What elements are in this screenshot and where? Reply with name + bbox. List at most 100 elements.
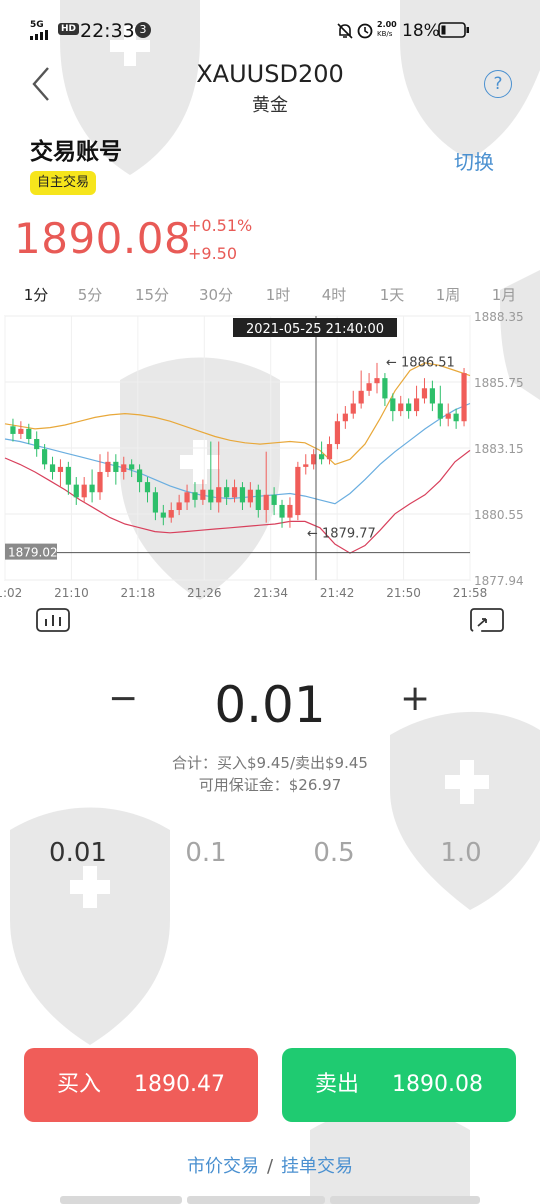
candle-body [97,471,103,493]
trade-type-badge: 自主交易 [30,171,97,195]
candle-body [208,489,214,503]
candle-body [160,512,166,518]
x-tick-label: 21:26 [187,586,222,600]
tab-timeframe[interactable]: 5分 [78,284,103,305]
candlestick-chart[interactable]: 1888.351885.751883.151880.551877.9421:02… [0,312,540,602]
tab-timeframe[interactable]: 4时 [322,284,347,305]
sell-button[interactable]: 卖出 1890.08 [282,1048,516,1122]
available-margin-text: 可用保证金：$26.97 [198,776,342,794]
candle-body [34,438,40,450]
x-tick-label: 21:18 [121,586,156,600]
candle-body [350,403,356,414]
total-cost-text: 合计：买入$9.45/卖出$9.45 [172,754,368,772]
candle-body [231,487,238,498]
amount-value[interactable]: 0.01 [0,676,540,734]
switch-account-button[interactable]: 切换 [454,146,494,175]
tab-timeframe[interactable]: 1周 [436,284,461,305]
alarm-icon [357,23,373,39]
x-tick-label: 21:58 [453,586,488,600]
candle-body [152,492,159,513]
candle-body [192,492,198,500]
buy-price: 1890.47 [134,1072,225,1097]
low-marker-label: ← 1879.77 [307,527,376,542]
quick-lot-option[interactable]: 0.01 [49,838,107,868]
candle-body [216,487,222,503]
candle-body [121,464,127,472]
quick-lot-option[interactable]: 0.1 [185,838,226,868]
candle-body [136,469,143,483]
symbol-name: 黄金 [252,95,288,116]
boll-lower-line [4,449,471,554]
indicator-icon[interactable] [36,608,70,634]
battery-percent: 18% [402,21,440,41]
symbol-title: XAUUSD200 [196,60,344,88]
net-speed-unit: KB/s [377,30,393,38]
candle-body [429,388,435,404]
nav-bar-segment [187,1196,325,1204]
tab-timeframe[interactable]: 30分 [199,284,233,305]
candle-body [10,426,16,434]
buy-label: 买入 [57,1072,102,1097]
candle-body [406,403,412,412]
account-title: 交易账号 [30,139,122,165]
candle-body [421,388,428,399]
clock: 22:33 [80,20,135,42]
high-marker-label: ← 1886.51 [386,356,455,371]
pending-order-link[interactable]: 挂单交易 [281,1156,353,1177]
quick-lot-option[interactable]: 0.5 [313,838,354,868]
candle-body [318,454,325,460]
candle-body [49,464,56,472]
nav-bar-segment [60,1196,182,1204]
x-tick-label: 21:42 [320,586,355,600]
battery-icon [438,22,469,38]
x-tick-label: 21:50 [386,586,421,600]
status-bar: 5G HD 22:33 3 2.00 KB/s 18% [0,0,540,60]
x-tick-label: 21:02 [0,586,22,600]
mute-bell-icon [337,23,353,39]
candle-body [42,449,48,465]
candle-body [89,484,95,493]
y-tick-label: 1885.75 [474,376,524,390]
candle-body [382,378,388,399]
x-tick-label: 21:34 [253,586,288,600]
quick-lot-option[interactable]: 1.0 [440,838,481,868]
crosshair-time-label: 2021-05-25 21:40:00 [246,322,384,337]
candle-body [461,373,467,422]
sell-price: 1890.08 [392,1072,483,1097]
nav-bar-segment [330,1196,480,1204]
candle-body [105,461,111,472]
tab-timeframe[interactable]: 1月 [492,284,517,305]
net-speed-value: 2.00 [377,20,397,29]
candle-body [287,504,293,518]
tab-timeframe[interactable]: 1时 [266,284,291,305]
timeframe-tabs: 1分 5分 15分 30分 1时 4时 1天 1周 1月 [0,284,540,310]
notification-count-badge: 3 [135,22,151,38]
x-tick-label: 21:10 [54,586,89,600]
increase-amount-button[interactable]: + [400,678,430,719]
candle-body [263,494,269,511]
candle-body [295,466,301,516]
candle-body [239,487,246,503]
buy-button[interactable]: 买入 1890.47 [24,1048,258,1122]
tab-timeframe[interactable]: 1分 [24,284,49,305]
tab-timeframe[interactable]: 15分 [135,284,169,305]
candle-body [326,444,333,460]
candle-body [144,482,151,493]
network-indicator: 5G [30,20,44,30]
candle-body [342,413,348,422]
candle-body [453,413,459,422]
help-icon[interactable]: ? [484,70,512,98]
candle-body [81,484,87,498]
candle-body [413,398,420,412]
trade-mode-links: 市价交易 / 挂单交易 [0,1152,540,1178]
tab-timeframe[interactable]: 1天 [380,284,405,305]
candle-body [73,484,79,498]
candle-body [247,489,253,503]
candle-body [57,466,64,472]
fullscreen-icon[interactable] [470,608,504,634]
current-price-label: 1879.02 [8,546,58,560]
change-absolute: +9.50 [188,244,238,263]
sell-label: 卖出 [315,1072,360,1097]
market-order-link[interactable]: 市价交易 [187,1156,259,1177]
candle-body [113,461,119,472]
